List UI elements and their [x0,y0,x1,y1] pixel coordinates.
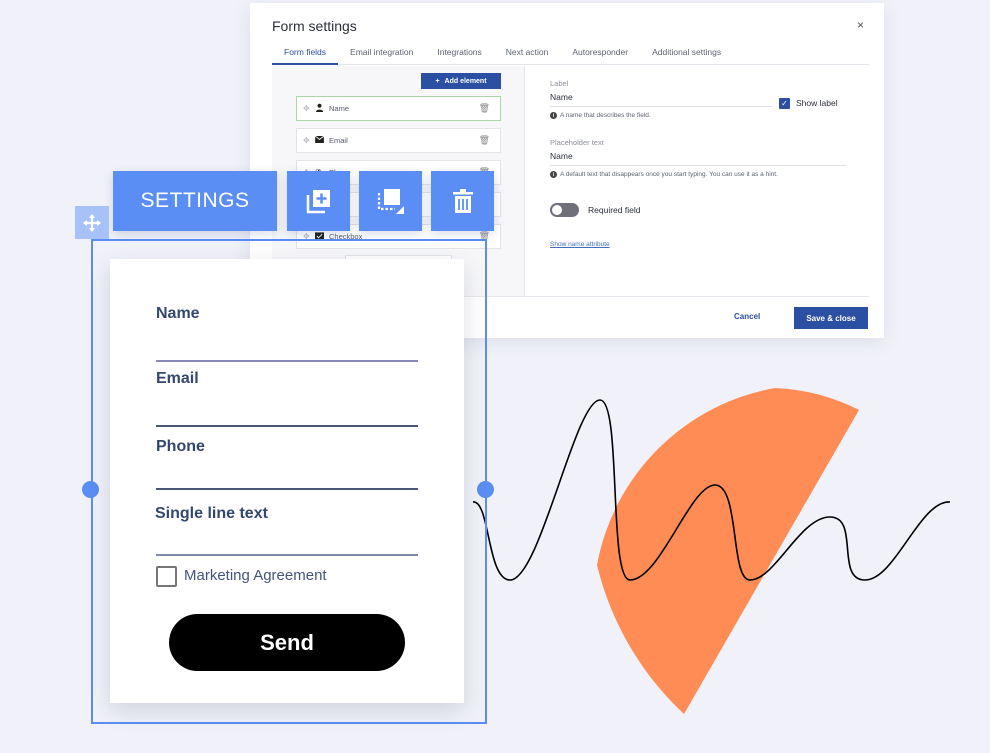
move-icon [83,213,101,232]
placeholder-hint: i A default text that disappears once yo… [550,171,778,178]
trash-icon [452,189,473,213]
add-element-button[interactable]: + Add element [421,73,501,89]
resize-handle-right[interactable] [477,481,494,498]
tab-additional-settings[interactable]: Additional settings [640,45,733,65]
form-field-label-single-line: Single line text [155,505,268,522]
trash-icon[interactable]: 🗑 [479,135,490,146]
orange-sector-shape [597,388,859,714]
placeholder-caption: Placeholder text [550,138,604,147]
info-icon: i [550,112,557,119]
field-row-email[interactable]: ✥ Email 🗑 [296,128,501,153]
field-settings-panel: Label Name i A name that describes the f… [550,66,870,297]
placeholder-input[interactable]: Name [550,151,573,161]
field-row-name[interactable]: ✥ Name 🗑 [296,96,501,121]
required-field-label: Required field [588,205,641,215]
tab-bar: Form fields Email integration Integratio… [272,45,869,65]
delete-button[interactable] [431,171,494,231]
form-field-label-email: Email [156,370,199,387]
drag-handle-icon[interactable]: ✥ [303,104,315,113]
form-field-label-name: Name [156,305,200,322]
show-label-checkbox[interactable]: ✓ [779,98,790,109]
toggle-knob [552,205,562,215]
add-element-label: Add element [444,77,487,85]
duplicate-icon [306,190,330,214]
dialog-title: Form settings [272,18,357,34]
tab-form-fields[interactable]: Form fields [272,45,339,65]
label-input-underline [550,106,772,107]
tab-next-action[interactable]: Next action [494,45,561,65]
label-hint: i A name that describes the field. [550,112,651,119]
marketing-agreement-checkbox[interactable] [156,566,177,587]
form-input-name[interactable] [156,360,418,362]
resize-handle-left[interactable] [82,481,99,498]
resize-icon [377,189,404,214]
plus-icon: + [435,77,440,85]
label-input[interactable]: Name [550,92,573,102]
save-close-button[interactable]: Save & close [794,307,868,329]
trash-icon[interactable]: 🗑 [479,103,490,114]
placeholder-input-underline [550,165,846,166]
show-label-text: Show label [796,98,838,108]
close-icon[interactable]: × [857,18,864,32]
send-button[interactable]: Send [169,614,405,671]
move-handle[interactable] [75,206,109,239]
squiggle-line [472,399,951,581]
form-input-email[interactable] [156,425,418,427]
marketing-agreement-label: Marketing Agreement [184,567,327,584]
tab-autoresponder[interactable]: Autoresponder [560,45,640,65]
info-icon: i [550,171,557,178]
cancel-button[interactable]: Cancel [734,312,760,321]
form-input-single-line[interactable] [156,554,418,556]
form-preview-card: Name Email Phone Single line text Market… [110,259,464,703]
duplicate-button[interactable] [287,171,350,231]
field-row-label: Email [329,136,348,145]
required-field-toggle[interactable] [550,203,579,217]
form-field-label-phone: Phone [156,438,205,455]
field-row-label: Name [329,104,350,113]
person-icon [315,103,329,114]
envelope-icon [314,135,329,145]
show-name-attribute-link[interactable]: Show name attribute [550,241,610,248]
tab-integrations[interactable]: Integrations [425,45,493,65]
drag-handle-icon[interactable]: ✥ [303,136,315,145]
settings-button[interactable]: SETTINGS [113,171,277,231]
form-input-phone[interactable] [156,488,418,490]
tab-email-integration[interactable]: Email integration [338,45,425,65]
resize-button[interactable] [359,171,422,231]
label-caption: Label [550,79,569,88]
